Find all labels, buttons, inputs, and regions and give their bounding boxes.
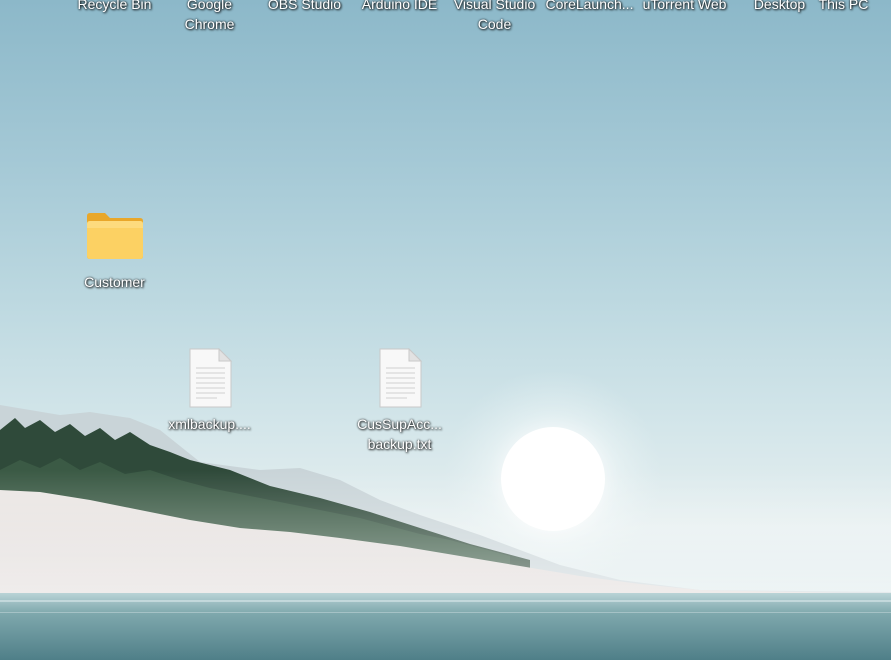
icon-label: Arduino IDE	[361, 0, 438, 12]
icon-label-line-1: CusSupAcc...	[357, 416, 442, 432]
wallpaper-image	[0, 369, 891, 660]
desktop-icon-visual-studio-code[interactable]: Visual Studio Code	[447, 0, 542, 34]
icon-label: Visual Studio Code	[453, 0, 536, 32]
desktop-icon-cussupacc-backup-file[interactable]: CusSupAcc... backup.txt	[352, 346, 447, 454]
icon-label: xmlbackup....	[168, 416, 251, 432]
desktop-icon-corelaunch[interactable]: CoreLaunch...	[542, 0, 637, 14]
icon-label: uTorrent Web	[642, 0, 727, 12]
text-file-icon	[375, 346, 425, 410]
desktop-icon-customer-folder[interactable]: Customer	[67, 208, 162, 292]
icon-label: This PC	[818, 0, 869, 12]
icon-label: Recycle Bin	[77, 0, 152, 12]
text-file-icon	[185, 346, 235, 410]
desktop-icon-obs-studio[interactable]: OBS Studio	[257, 0, 352, 14]
icon-label: Customer	[84, 274, 145, 290]
icon-label: Google Chrome	[184, 0, 235, 32]
desktop-icon-xmlbackup-file[interactable]: xmlbackup....	[162, 346, 257, 434]
desktop-icon-this-pc[interactable]: This PC	[796, 0, 891, 14]
folder-icon	[83, 208, 147, 262]
icon-label: CoreLaunch...	[545, 0, 634, 12]
desktop-icon-google-chrome[interactable]: Google Chrome	[162, 0, 257, 34]
desktop-icon-arduino-ide[interactable]: Arduino IDE	[352, 0, 447, 14]
icon-label: OBS Studio	[267, 0, 342, 12]
icon-label-line-2: backup.txt	[367, 436, 432, 452]
desktop[interactable]: Recycle Bin Google Chrome OBS Studio Ard…	[0, 0, 891, 660]
desktop-icon-utorrent-web[interactable]: uTorrent Web	[637, 0, 732, 14]
desktop-icon-recycle-bin[interactable]: Recycle Bin	[67, 0, 162, 14]
